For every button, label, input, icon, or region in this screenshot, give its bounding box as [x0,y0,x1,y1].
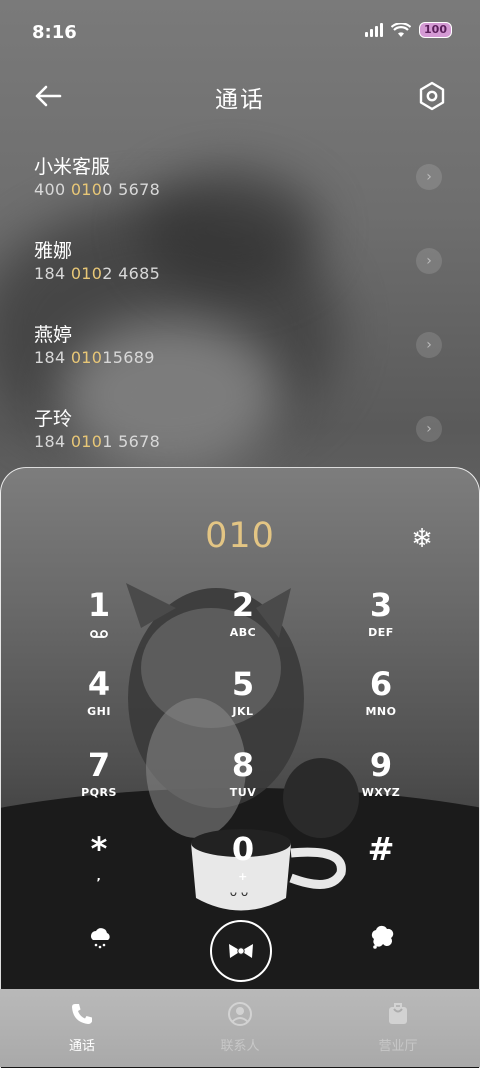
bottom-nav: 通话 联系人 营业厅 [0,989,480,1067]
status-icons: 100 [365,22,452,38]
battery-indicator: 100 [419,22,452,38]
dial-key-hash[interactable]: # [321,830,441,900]
contact-item[interactable]: 雅娜 184 0102 4685 › [0,224,480,308]
contact-number: 184 0101 5678 [34,432,161,451]
settings-icon[interactable] [414,78,450,114]
contact-name: 燕婷 [34,324,73,346]
dialer-panel: ᴗ ᴗ 010 ❄ 1 2 ABC 3 DEF 4 GHI 5 JKL 6 MNO 7 PQ… [0,467,480,1068]
contact-name: 雅娜 [34,240,73,262]
dial-key-9[interactable]: 9 WXYZ [321,746,441,816]
dial-key-4[interactable]: 4 GHI [39,665,159,735]
contact-number: 184 01015689 [34,348,155,367]
dial-key-0[interactable]: 0 + [183,830,303,900]
nav-calls[interactable]: 通话 [22,1001,142,1054]
dial-key-star[interactable]: *, [39,830,159,900]
signal-icon [365,23,384,37]
store-bag-icon [389,1003,407,1024]
dialed-number: 010 [205,516,275,556]
header: 通话 [0,70,480,120]
wifi-icon [391,22,412,37]
contact-list: 小米客服 400 0100 5678 › 雅娜 184 0102 4685 › … [0,140,480,476]
dial-key-2[interactable]: 2 ABC [183,586,303,656]
status-bar: 8:16 100 [0,0,480,68]
dial-key-6[interactable]: 6 MNO [321,665,441,735]
chevron-right-icon[interactable]: › [416,416,442,442]
chevron-right-icon[interactable]: › [416,164,442,190]
person-icon [228,1002,252,1026]
cloud-icon[interactable] [87,925,113,951]
voicemail-icon [90,630,108,638]
call-button[interactable] [210,920,272,982]
dial-key-5[interactable]: 5 JKL [183,665,303,735]
dial-key-1[interactable]: 1 [39,586,159,656]
nav-contacts-label: 联系人 [220,1039,260,1054]
dial-key-7[interactable]: 7 PQRS [39,746,159,816]
nav-store-label: 营业厅 [378,1039,418,1054]
contact-item[interactable]: 燕婷 184 01015689 › [0,308,480,392]
contact-name: 子玲 [34,408,73,430]
bow-icon [229,944,253,958]
contact-item[interactable]: 子玲 184 0101 5678 › [0,392,480,476]
snowflake-icon[interactable]: ❄ [411,524,433,554]
nav-contacts[interactable]: 联系人 [180,1001,300,1054]
chevron-right-icon[interactable]: › [416,248,442,274]
contact-number: 184 0102 4685 [34,264,161,283]
phone-icon [72,1004,92,1024]
contact-item[interactable]: 小米客服 400 0100 5678 › [0,140,480,224]
dial-key-8[interactable]: 8 TUV [183,746,303,816]
contact-name: 小米客服 [34,156,111,178]
nav-calls-label: 通话 [68,1039,95,1054]
contact-number: 400 0100 5678 [34,180,161,199]
nav-store[interactable]: 营业厅 [338,1001,458,1054]
status-time: 8:16 [32,22,77,43]
page-title: 通话 [215,87,265,113]
chevron-right-icon[interactable]: › [416,332,442,358]
dial-key-3[interactable]: 3 DEF [321,586,441,656]
thought-bubble-icon[interactable] [369,925,395,951]
